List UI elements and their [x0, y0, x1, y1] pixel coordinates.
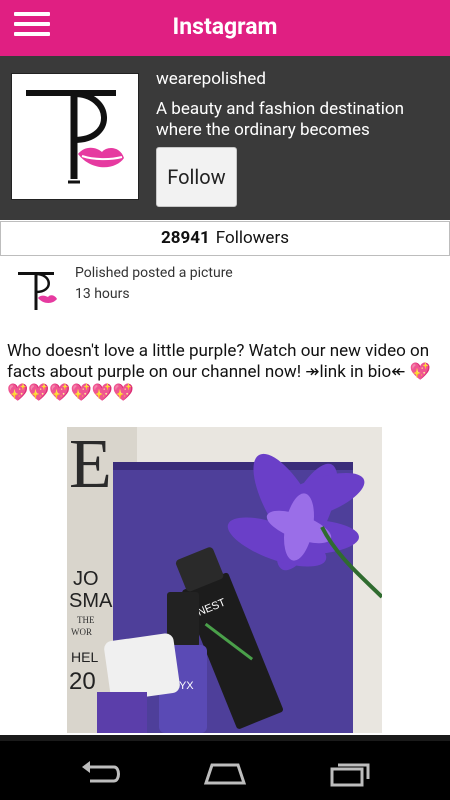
- recents-icon[interactable]: [328, 757, 372, 789]
- app-bar: Instagram: [0, 0, 450, 56]
- caption-text: Who doesn't love a little purple? Watch …: [7, 341, 430, 382]
- post-action-text: Polished posted a picture: [75, 265, 233, 281]
- post-caption: Who doesn't love a little purple? Watch …: [7, 341, 443, 404]
- svg-text:HEL: HEL: [71, 649, 98, 665]
- svg-text:THE: THE: [77, 615, 95, 625]
- svg-text:SMA: SMA: [69, 590, 113, 612]
- svg-text:E: E: [69, 427, 112, 503]
- post-author-avatar[interactable]: [14, 268, 60, 316]
- post-image[interactable]: E JO SMA THE WOR HEL 20 NEST NYX: [67, 427, 382, 733]
- app-title: Instagram: [172, 13, 278, 40]
- profile-username: wearepolished: [156, 69, 266, 89]
- svg-text:20: 20: [69, 668, 96, 695]
- followers-count: 28941: [161, 228, 210, 248]
- svg-text:JO: JO: [73, 568, 99, 590]
- followers-count-bar[interactable]: 28941 Followers: [0, 221, 450, 256]
- profile-avatar[interactable]: [11, 73, 139, 200]
- polished-logo-icon: [26, 90, 124, 184]
- back-icon[interactable]: [78, 757, 122, 789]
- post-photo: E JO SMA THE WOR HEL 20 NEST NYX: [67, 427, 382, 733]
- home-icon[interactable]: [202, 757, 247, 789]
- polished-logo-icon: [18, 272, 57, 310]
- followers-label: Followers: [215, 228, 289, 248]
- system-navigation-bar: [0, 735, 450, 800]
- follow-button[interactable]: Follow: [156, 147, 237, 207]
- post-timestamp: 13 hours: [75, 286, 130, 302]
- profile-bio: A beauty and fashion destination where t…: [156, 99, 404, 140]
- svg-text:WOR: WOR: [71, 627, 92, 637]
- post-header: Polished posted a picture 13 hours: [0, 256, 450, 326]
- profile-header: wearepolished A beauty and fashion desti…: [0, 56, 450, 220]
